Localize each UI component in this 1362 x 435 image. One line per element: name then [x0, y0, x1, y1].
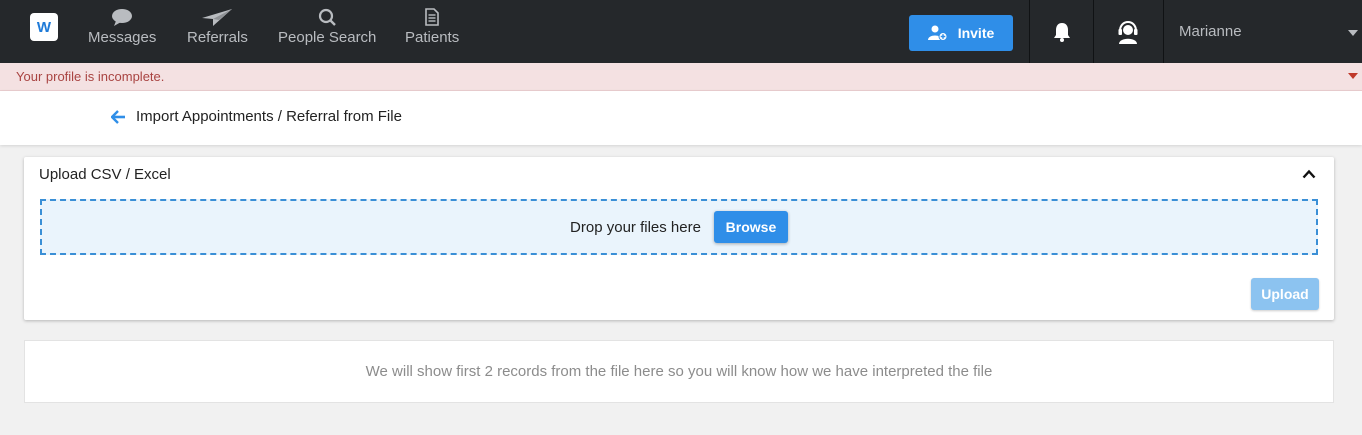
- preview-placeholder-text: We will show first 2 records from the fi…: [365, 363, 993, 380]
- user-menu[interactable]: Marianne: [1164, 0, 1362, 63]
- profile-incomplete-alert[interactable]: Your profile is incomplete.: [0, 63, 1362, 91]
- nav-label-referrals: Referrals: [187, 29, 248, 46]
- nav-divider: [1093, 0, 1094, 63]
- file-dropzone[interactable]: Drop your files here Browse: [40, 199, 1318, 255]
- nav-item-referrals[interactable]: Referrals: [187, 8, 248, 56]
- chat-bubble-icon: [112, 9, 133, 26]
- dropzone-text: Drop your files here: [570, 218, 701, 236]
- invite-button[interactable]: Invite: [909, 15, 1013, 51]
- upload-button[interactable]: Upload: [1251, 278, 1319, 310]
- chevron-down-icon: [1348, 73, 1358, 79]
- nav-item-patients[interactable]: Patients: [405, 8, 459, 56]
- chevron-down-icon: [1348, 30, 1358, 36]
- bell-icon: [1054, 22, 1070, 42]
- document-icon: [425, 8, 439, 26]
- top-navbar: W Messages Referrals People Search Patie…: [0, 0, 1362, 63]
- support-button[interactable]: [1096, 0, 1160, 63]
- alert-text: Your profile is incomplete.: [16, 69, 165, 84]
- invite-label: Invite: [957, 25, 995, 41]
- upload-card-title: Upload CSV / Excel: [39, 166, 171, 183]
- paper-plane-icon: [202, 9, 233, 26]
- upload-label: Upload: [1261, 286, 1309, 302]
- browse-button[interactable]: Browse: [713, 211, 788, 243]
- logo-text: W: [36, 18, 52, 36]
- page-header: Import Appointments / Referral from File: [0, 91, 1362, 145]
- page-title: Import Appointments / Referral from File: [136, 108, 402, 125]
- nav-label-people-search: People Search: [278, 29, 377, 46]
- records-preview-panel: We will show first 2 records from the fi…: [24, 340, 1334, 403]
- nav-label-patients: Patients: [405, 29, 460, 46]
- nav-item-people-search[interactable]: People Search: [278, 8, 376, 56]
- add-user-icon: [927, 25, 948, 41]
- upload-card: Upload CSV / Excel Drop your files here …: [24, 157, 1334, 320]
- headset-support-icon: [1118, 20, 1138, 44]
- notifications-button[interactable]: [1030, 0, 1094, 63]
- arrow-left-icon[interactable]: [111, 110, 126, 124]
- browse-label: Browse: [725, 219, 777, 235]
- user-name: Marianne: [1179, 23, 1242, 40]
- nav-label-messages: Messages: [88, 29, 157, 46]
- chevron-up-icon[interactable]: [1302, 169, 1316, 179]
- app-logo[interactable]: W: [30, 13, 58, 41]
- nav-item-messages[interactable]: Messages: [88, 8, 156, 56]
- search-icon: [319, 8, 337, 26]
